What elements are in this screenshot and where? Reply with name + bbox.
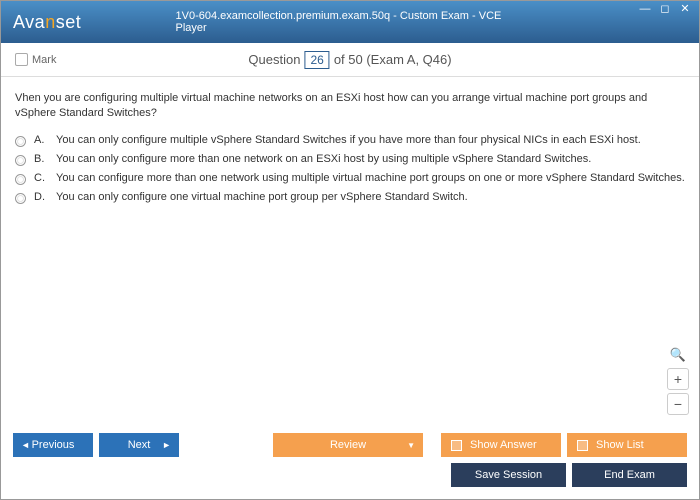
option-text: You can configure more than one network … bbox=[56, 172, 685, 184]
content-area: Vhen you are configuring multiple virtua… bbox=[1, 77, 699, 425]
question-text: Vhen you are configuring multiple virtua… bbox=[15, 91, 685, 122]
options-list: A. You can only configure multiple vSphe… bbox=[15, 134, 685, 204]
logo-part: set bbox=[56, 12, 82, 32]
logo-accent: n bbox=[45, 12, 56, 32]
question-header: Mark Question 26 of 50 (Exam A, Q46) bbox=[1, 43, 699, 77]
radio-icon[interactable] bbox=[15, 136, 26, 147]
option-text: You can only configure more than one net… bbox=[56, 153, 591, 165]
review-button[interactable]: Review bbox=[273, 433, 423, 457]
option-b[interactable]: B. You can only configure more than one … bbox=[15, 153, 685, 166]
option-text: You can only configure one virtual machi… bbox=[56, 191, 468, 203]
mark-checkbox-wrap[interactable]: Mark bbox=[15, 53, 56, 66]
zoom-in-button[interactable]: + bbox=[667, 368, 689, 390]
button-label: Show Answer bbox=[470, 439, 537, 451]
footer: Previous Next Review Show Answer Show Li… bbox=[1, 425, 699, 499]
question-number: 26 bbox=[304, 51, 329, 69]
end-exam-button[interactable]: End Exam bbox=[572, 463, 687, 487]
question-counter: Question 26 of 50 (Exam A, Q46) bbox=[248, 51, 451, 69]
option-label: B. bbox=[34, 153, 48, 165]
maximize-button[interactable]: ◻ bbox=[657, 3, 673, 17]
mark-label: Mark bbox=[32, 54, 56, 66]
zoom-out-button[interactable]: − bbox=[667, 393, 689, 415]
button-label: Save Session bbox=[475, 469, 542, 481]
logo-part: Ava bbox=[13, 12, 45, 32]
window-title: 1V0-604.examcollection.premium.exam.50q … bbox=[176, 10, 525, 34]
previous-button[interactable]: Previous bbox=[13, 433, 93, 457]
button-label: Review bbox=[330, 439, 366, 451]
option-d[interactable]: D. You can only configure one virtual ma… bbox=[15, 191, 685, 204]
button-label: Show List bbox=[596, 439, 644, 451]
checkbox-icon bbox=[451, 440, 462, 451]
question-total: of 50 (Exam A, Q46) bbox=[334, 52, 452, 67]
option-c[interactable]: C. You can configure more than one netwo… bbox=[15, 172, 685, 185]
footer-row-1: Previous Next Review Show Answer Show Li… bbox=[13, 433, 687, 457]
window-controls: — ◻ ✕ bbox=[637, 3, 693, 17]
footer-row-2: Save Session End Exam bbox=[13, 463, 687, 487]
show-answer-button[interactable]: Show Answer bbox=[441, 433, 561, 457]
button-label: End Exam bbox=[604, 469, 655, 481]
magnifier-icon[interactable]: 🔍 bbox=[669, 347, 687, 365]
radio-icon[interactable] bbox=[15, 155, 26, 166]
button-label: Previous bbox=[32, 439, 75, 451]
option-label: C. bbox=[34, 172, 48, 184]
radio-icon[interactable] bbox=[15, 193, 26, 204]
option-a[interactable]: A. You can only configure multiple vSphe… bbox=[15, 134, 685, 147]
show-list-button[interactable]: Show List bbox=[567, 433, 687, 457]
option-text: You can only configure multiple vSphere … bbox=[56, 134, 641, 146]
option-label: D. bbox=[34, 191, 48, 203]
button-label: Next bbox=[128, 439, 151, 451]
next-button[interactable]: Next bbox=[99, 433, 179, 457]
zoom-controls: 🔍 + − bbox=[667, 347, 689, 415]
mark-checkbox[interactable] bbox=[15, 53, 28, 66]
title-bar: Avanset 1V0-604.examcollection.premium.e… bbox=[1, 1, 699, 43]
option-label: A. bbox=[34, 134, 48, 146]
close-button[interactable]: ✕ bbox=[677, 3, 693, 17]
minimize-button[interactable]: — bbox=[637, 3, 653, 17]
save-session-button[interactable]: Save Session bbox=[451, 463, 566, 487]
app-logo: Avanset bbox=[1, 12, 81, 33]
checkbox-icon bbox=[577, 440, 588, 451]
question-word: Question bbox=[248, 52, 300, 67]
radio-icon[interactable] bbox=[15, 174, 26, 185]
